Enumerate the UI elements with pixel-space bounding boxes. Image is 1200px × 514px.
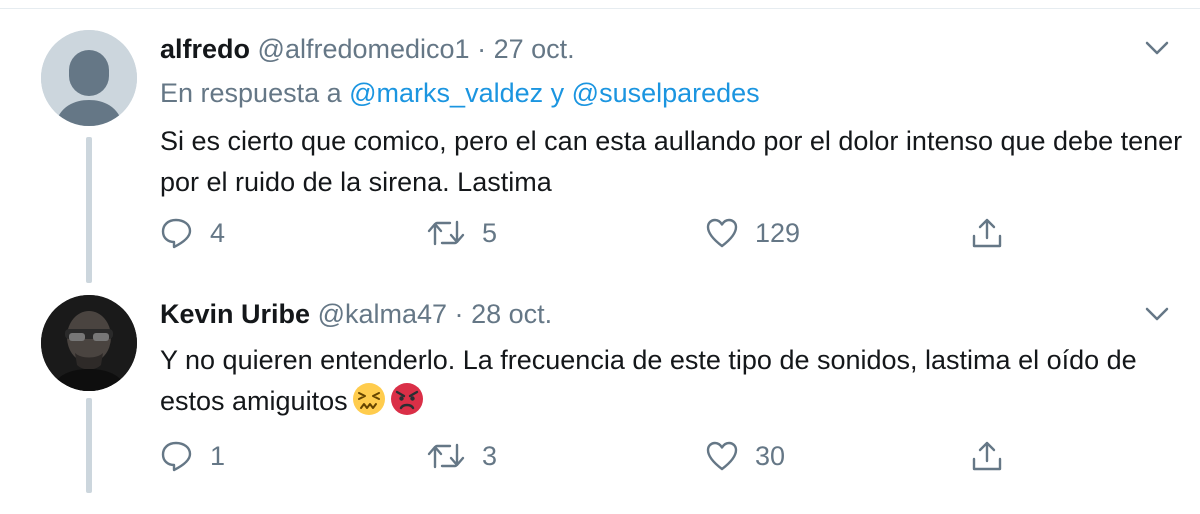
- confounded-face-emoji: [352, 383, 385, 415]
- photo-avatar: [41, 295, 137, 391]
- retweet-button[interactable]: 3: [426, 436, 497, 476]
- tweet-text: Y no quieren entenderlo. La frecuencia d…: [160, 340, 1190, 422]
- share-icon: [972, 441, 1002, 471]
- default-avatar-icon: [41, 30, 137, 126]
- like-button[interactable]: 30: [705, 436, 785, 476]
- display-name[interactable]: alfredo: [160, 34, 250, 64]
- reply-context: En respuesta a @marks_valdez y @suselpar…: [160, 77, 760, 109]
- top-divider: [0, 0, 1200, 9]
- display-name[interactable]: Kevin Uribe: [160, 299, 310, 329]
- reply-button[interactable]: 4: [160, 213, 225, 253]
- reply-joiner: y: [550, 78, 565, 108]
- tweet-header: Kevin Uribe @kalma47 · 28 oct.: [160, 298, 552, 330]
- retweet-count: 3: [482, 440, 498, 471]
- separator-dot: ·: [454, 299, 464, 329]
- caret-down-icon[interactable]: [1144, 305, 1170, 323]
- avatar[interactable]: [41, 30, 137, 126]
- username[interactable]: @kalma47: [318, 299, 447, 329]
- retweet-button[interactable]: 5: [426, 213, 497, 253]
- tweet-text-content: Y no quieren entenderlo. La frecuencia d…: [160, 345, 1137, 416]
- thread-line: [86, 398, 92, 493]
- share-button[interactable]: [970, 213, 1004, 253]
- tweet-actions: 1 3 30: [160, 436, 1060, 476]
- separator-dot: ·: [477, 34, 487, 64]
- retweet-icon: [427, 220, 465, 246]
- thread-line: [86, 137, 92, 283]
- share-button[interactable]: [970, 436, 1004, 476]
- retweet-count: 5: [482, 217, 498, 248]
- reply-count: 1: [210, 440, 226, 471]
- like-icon: [706, 218, 738, 248]
- reply-icon: [161, 218, 192, 249]
- reply-prefix: En respuesta a: [160, 78, 342, 108]
- tweet-actions: 4 5 129: [160, 213, 1060, 253]
- like-icon: [706, 441, 738, 471]
- tweet-text: Si es cierto que comico, pero el can est…: [160, 126, 1183, 197]
- like-count: 30: [755, 440, 786, 471]
- tweet[interactable]: Kevin Uribe @kalma47 · 28 oct. Y no quie…: [0, 281, 1200, 514]
- avatar[interactable]: [41, 295, 137, 391]
- tweet-header: alfredo @alfredomedico1 · 27 oct.: [160, 33, 575, 65]
- mention-link[interactable]: @suselparedes: [572, 78, 760, 108]
- caret-down-icon[interactable]: [1144, 39, 1170, 57]
- reply-icon: [161, 441, 192, 472]
- mention-link[interactable]: @marks_valdez: [349, 78, 543, 108]
- like-count: 129: [755, 217, 801, 248]
- like-button[interactable]: 129: [705, 213, 800, 253]
- share-icon: [972, 218, 1002, 248]
- username[interactable]: @alfredomedico1: [258, 34, 470, 64]
- tweet[interactable]: alfredo @alfredomedico1 · 27 oct. En res…: [0, 9, 1200, 283]
- angry-face-emoji: [390, 383, 423, 415]
- retweet-icon: [427, 443, 465, 469]
- reply-button[interactable]: 1: [160, 436, 225, 476]
- tweet-date[interactable]: 27 oct.: [494, 34, 575, 64]
- reply-count: 4: [210, 217, 226, 248]
- tweet-date[interactable]: 28 oct.: [471, 299, 552, 329]
